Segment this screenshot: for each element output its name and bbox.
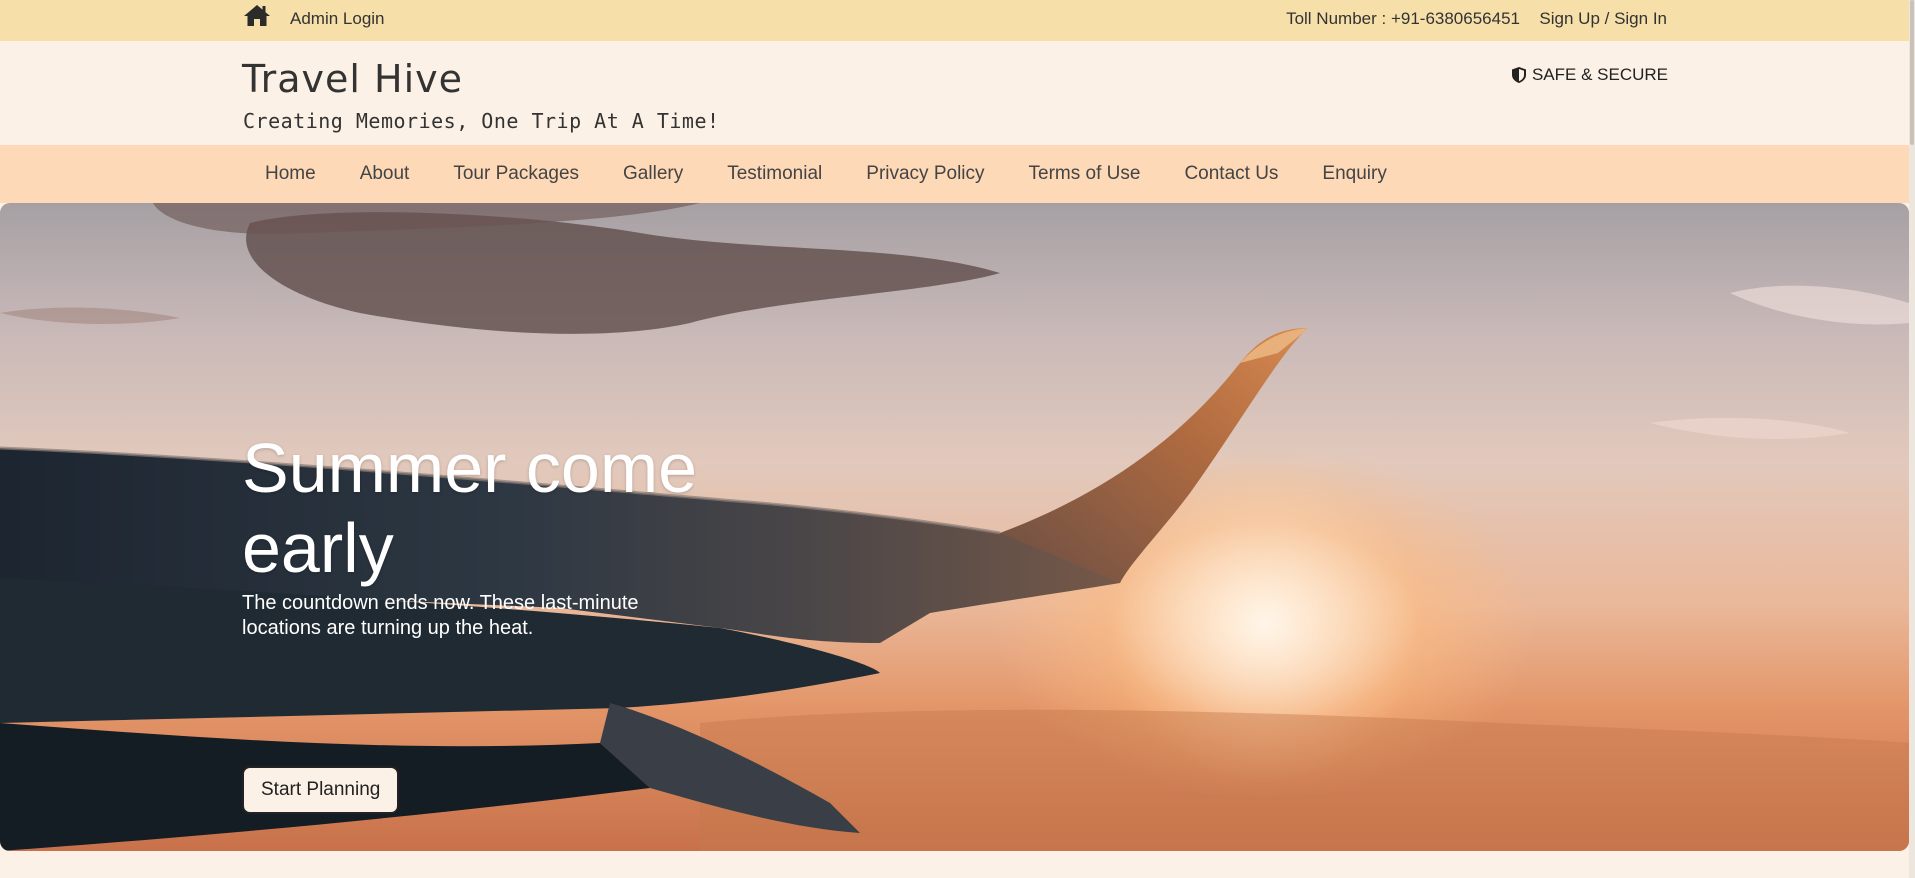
- hero-title: Summer come early: [242, 429, 698, 587]
- toll-number: Toll Number : +91-6380656451: [1286, 9, 1520, 28]
- site-header: Travel Hive Creating Memories, One Trip …: [0, 41, 1915, 145]
- nav-item-enquiry[interactable]: Enquiry: [1300, 163, 1408, 185]
- nav-item-home[interactable]: Home: [243, 163, 338, 185]
- safe-secure-badge: SAFE & SECURE: [1511, 65, 1668, 85]
- nav-item-contact-us[interactable]: Contact Us: [1162, 163, 1300, 185]
- top-bar: Admin Login Toll Number : +91-6380656451…: [0, 0, 1915, 41]
- nav-item-terms-of-use[interactable]: Terms of Use: [1007, 163, 1163, 185]
- nav-item-privacy-policy[interactable]: Privacy Policy: [844, 163, 1006, 185]
- page-scrollbar[interactable]: [1909, 0, 1915, 878]
- start-planning-button[interactable]: Start Planning: [242, 766, 400, 814]
- nav-item-about[interactable]: About: [338, 163, 432, 185]
- signup-signin-link[interactable]: Sign Up / Sign In: [1539, 9, 1667, 29]
- nav-item-gallery[interactable]: Gallery: [601, 163, 705, 185]
- nav-item-tour-packages[interactable]: Tour Packages: [431, 163, 601, 185]
- shield-icon: [1511, 67, 1526, 83]
- nav-item-testimonial[interactable]: Testimonial: [705, 163, 844, 185]
- hero-banner: Summer come early The countdown ends now…: [0, 203, 1909, 851]
- safe-secure-label: SAFE & SECURE: [1531, 65, 1668, 84]
- admin-login-link[interactable]: Admin Login: [290, 9, 385, 29]
- home-icon[interactable]: [243, 3, 271, 27]
- brand-title[interactable]: Travel Hive: [242, 57, 463, 101]
- hero-subtitle: The countdown ends now. These last-minut…: [242, 592, 639, 639]
- brand-tagline: Creating Memories, One Trip At A Time!: [243, 109, 720, 133]
- main-nav: Home About Tour Packages Gallery Testimo…: [0, 145, 1915, 203]
